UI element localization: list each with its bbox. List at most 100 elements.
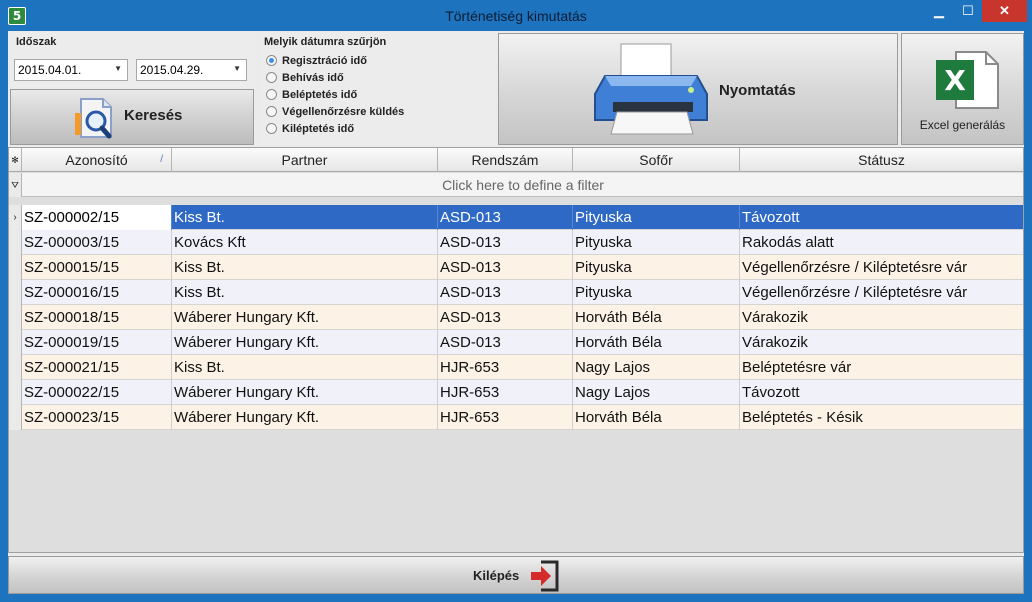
- table-row[interactable]: SZ-000023/15 Wáberer Hungary Kft. HJR-653 H…: [9, 405, 1023, 430]
- data-grid: ✻ Azonosító / Partner Rendszám Sofőr Stá…: [8, 147, 1024, 553]
- cell-partner[interactable]: Kiss Bt.: [172, 280, 438, 305]
- radio-button[interactable]: [266, 89, 277, 100]
- cell-partner[interactable]: Kiss Bt.: [172, 355, 438, 380]
- cell-status[interactable]: Beléptetés - Késik: [740, 405, 1023, 430]
- table-row[interactable]: SZ-000003/15 Kovács Kft ASD-013 Pityuska Rak…: [9, 230, 1023, 255]
- cell-status[interactable]: Rakodás alatt: [740, 230, 1023, 255]
- exit-button[interactable]: Kilépés: [8, 556, 1024, 594]
- radio-registration[interactable]: Regisztráció idő: [266, 55, 367, 71]
- date-to-picker[interactable]: 2015.04.29. ▼: [136, 59, 247, 81]
- cell-driver[interactable]: Horváth Béla: [573, 330, 740, 355]
- radio-call-in[interactable]: Behívás idő: [266, 72, 344, 88]
- cell-status[interactable]: Végellenőrzésre / Kiléptetésre vár: [740, 255, 1023, 280]
- cell-status[interactable]: Várakozik: [740, 305, 1023, 330]
- search-document-icon: [75, 98, 112, 139]
- cell-driver[interactable]: Nagy Lajos: [573, 380, 740, 405]
- cell-id[interactable]: SZ-000016/15: [22, 280, 172, 305]
- row-indicator[interactable]: [9, 255, 22, 280]
- cell-driver[interactable]: Pityuska: [573, 255, 740, 280]
- table-row[interactable]: SZ-000019/15 Wáberer Hungary Kft. ASD-013 H…: [9, 330, 1023, 355]
- table-row[interactable]: SZ-000018/15 Wáberer Hungary Kft. ASD-013 H…: [9, 305, 1023, 330]
- cell-partner[interactable]: Kiss Bt.: [172, 255, 438, 280]
- table-row[interactable]: SZ-000015/15 Kiss Bt. ASD-013 Pityuska Végel…: [9, 255, 1023, 280]
- cell-plate[interactable]: ASD-013: [438, 330, 573, 355]
- cell-partner[interactable]: Wáberer Hungary Kft.: [172, 305, 438, 330]
- table-row[interactable]: › SZ-000002/15 Kiss Bt. ASD-013 Pityuska Távo…: [9, 205, 1023, 230]
- row-indicator[interactable]: [9, 380, 22, 405]
- table-row[interactable]: SZ-000016/15 Kiss Bt. ASD-013 Pityuska Végel…: [9, 280, 1023, 305]
- column-header-partner[interactable]: Partner: [172, 148, 438, 172]
- excel-export-button[interactable]: X Excel generálás: [901, 33, 1024, 145]
- cell-partner[interactable]: Wáberer Hungary Kft.: [172, 380, 438, 405]
- cell-id[interactable]: SZ-000003/15: [22, 230, 172, 255]
- exit-door-icon: [531, 560, 559, 592]
- cell-plate[interactable]: ASD-013: [438, 305, 573, 330]
- table-row[interactable]: SZ-000022/15 Wáberer Hungary Kft. HJR-653 N…: [9, 380, 1023, 405]
- column-header-driver[interactable]: Sofőr: [573, 148, 740, 172]
- cell-driver[interactable]: Pityuska: [573, 280, 740, 305]
- row-indicator[interactable]: [9, 305, 22, 330]
- column-header-plate[interactable]: Rendszám: [438, 148, 573, 172]
- cell-status[interactable]: Végellenőrzésre / Kiléptetésre vár: [740, 280, 1023, 305]
- cell-plate[interactable]: ASD-013: [438, 230, 573, 255]
- cell-id[interactable]: SZ-000022/15: [22, 380, 172, 405]
- cell-partner[interactable]: Wáberer Hungary Kft.: [172, 405, 438, 430]
- period-label: Időszak: [16, 36, 57, 48]
- cell-plate[interactable]: ASD-013: [438, 205, 573, 230]
- cell-id[interactable]: SZ-000021/15: [22, 355, 172, 380]
- date-from-picker[interactable]: 2015.04.01. ▼: [14, 59, 128, 81]
- column-header-status[interactable]: Státusz: [740, 148, 1023, 172]
- radio-exit[interactable]: Kiléptetés idő: [266, 123, 354, 139]
- maximize-button[interactable]: ☐: [954, 0, 982, 22]
- print-button[interactable]: Nyomtatás: [498, 33, 898, 145]
- title-bar[interactable]: 5 Történetiség kimutatás ▁ ☐ ✕: [0, 0, 1032, 32]
- cell-status[interactable]: Távozott: [740, 205, 1023, 230]
- cell-id[interactable]: SZ-000015/15: [22, 255, 172, 280]
- table-row[interactable]: SZ-000021/15 Kiss Bt. HJR-653 Nagy Lajos Bel…: [9, 355, 1023, 380]
- row-indicator[interactable]: [9, 405, 22, 430]
- cell-id[interactable]: SZ-000002/15: [22, 205, 172, 230]
- cell-id[interactable]: SZ-000023/15: [22, 405, 172, 430]
- column-header-id[interactable]: Azonosító /: [22, 148, 172, 172]
- cell-driver[interactable]: Pityuska: [573, 230, 740, 255]
- chevron-down-icon[interactable]: ▼: [114, 64, 122, 73]
- cell-plate[interactable]: HJR-653: [438, 355, 573, 380]
- cell-id[interactable]: SZ-000018/15: [22, 305, 172, 330]
- row-indicator[interactable]: [9, 355, 22, 380]
- cell-status[interactable]: Várakozik: [740, 330, 1023, 355]
- radio-button[interactable]: [266, 106, 277, 117]
- chevron-down-icon[interactable]: ▼: [233, 64, 241, 73]
- radio-button[interactable]: [266, 55, 277, 66]
- radio-button[interactable]: [266, 72, 277, 83]
- row-indicator[interactable]: [9, 280, 22, 305]
- sort-ascending-icon: /: [160, 154, 163, 165]
- row-indicator[interactable]: [9, 230, 22, 255]
- radio-button[interactable]: [266, 123, 277, 134]
- cell-driver[interactable]: Nagy Lajos: [573, 355, 740, 380]
- filter-placeholder[interactable]: Click here to define a filter: [23, 177, 1023, 193]
- excel-icon-letter: X: [944, 64, 966, 97]
- header-corner[interactable]: ✻: [9, 148, 22, 172]
- radio-entry[interactable]: Beléptetés idő: [266, 89, 357, 105]
- cell-driver[interactable]: Horváth Béla: [573, 405, 740, 430]
- close-button[interactable]: ✕: [982, 0, 1027, 22]
- radio-final-check[interactable]: Végellenőrzésre küldés: [266, 106, 404, 122]
- filter-row[interactable]: ⛛ Click here to define a filter: [9, 173, 1023, 197]
- search-button[interactable]: Keresés: [10, 89, 254, 145]
- cell-status[interactable]: Távozott: [740, 380, 1023, 405]
- cell-status[interactable]: Beléptetésre vár: [740, 355, 1023, 380]
- cell-partner[interactable]: Kovács Kft: [172, 230, 438, 255]
- cell-plate[interactable]: HJR-653: [438, 380, 573, 405]
- cell-plate[interactable]: ASD-013: [438, 280, 573, 305]
- row-indicator[interactable]: ›: [9, 205, 22, 230]
- cell-plate[interactable]: ASD-013: [438, 255, 573, 280]
- cell-plate[interactable]: HJR-653: [438, 405, 573, 430]
- cell-driver[interactable]: Horváth Béla: [573, 305, 740, 330]
- cell-partner[interactable]: Kiss Bt.: [172, 205, 438, 230]
- cell-partner[interactable]: Wáberer Hungary Kft.: [172, 330, 438, 355]
- cell-driver[interactable]: Pityuska: [573, 205, 740, 230]
- row-indicator[interactable]: [9, 330, 22, 355]
- cell-id[interactable]: SZ-000019/15: [22, 330, 172, 355]
- exit-button-label: Kilépés: [473, 568, 520, 583]
- minimize-button[interactable]: ▁: [924, 0, 954, 22]
